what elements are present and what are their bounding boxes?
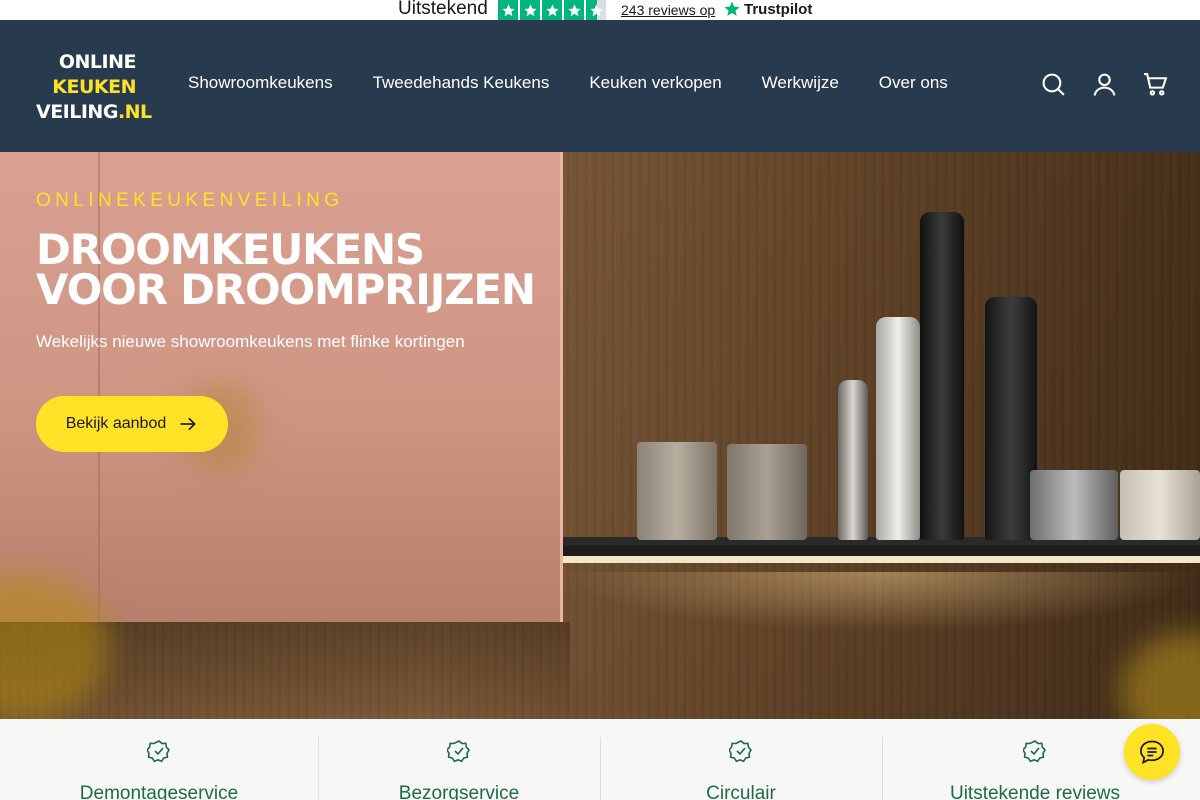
half-star-icon [586,0,606,20]
hero-light-glow [560,572,1200,632]
usp-item: Circulair [600,719,882,800]
hero-bottle [920,212,964,540]
trustpilot-stars [498,0,606,20]
hero-subtitle: Wekelijks nieuwe showroomkeukens met fli… [36,332,465,351]
nav-item-over-ons[interactable]: Over ons [879,73,948,93]
cart-icon[interactable] [1143,72,1168,97]
trustpilot-logo[interactable]: Trustpilot [723,0,812,18]
shield-check-icon [728,739,753,763]
logo-line-3: VEILING.NL [36,101,152,123]
hero-jar [1030,470,1118,540]
site-logo[interactable]: ONLINE KEUKEN VEILING.NL [36,50,152,125]
logo-line-2: KEUKEN [52,76,136,98]
hero-eyebrow: ONLINEKEUKENVEILING [36,190,344,211]
hero-banner: ONLINEKEUKENVEILING DROOMKEUKENS VOOR DR… [0,152,1200,719]
shield-check-icon [446,739,471,763]
usp-strip: Demontageservice Bezorgservice Circulair… [0,719,1200,800]
nav-item-showroomkeukens[interactable]: Showroomkeukens [188,73,333,93]
shield-check-icon [146,739,171,763]
trustpilot-star-icon [724,1,740,16]
usp-label: Circulair [706,783,776,800]
hero-jar [727,444,807,540]
bekijk-aanbod-button[interactable]: Bekijk aanbod [36,396,228,452]
cta-label: Bekijk aanbod [65,415,167,432]
usp-label: Uitstekende reviews [949,783,1121,800]
chat-button[interactable] [1124,724,1180,780]
shield-check-icon [1022,739,1047,763]
usp-label: Demontageservice [79,783,239,800]
trustpilot-reviews-link[interactable]: 243 reviews op [621,2,715,18]
nav-item-werkwijze[interactable]: Werkwijze [762,73,839,93]
site-header: ONLINE KEUKEN VEILING.NL Showroomkeukens… [0,20,1200,152]
star-icon [564,0,584,20]
hero-bottle [876,317,920,540]
trustpilot-brand: Trustpilot [744,0,813,18]
chat-icon [1140,740,1164,765]
main-nav: Showroomkeukens Tweedehands Keukens Keuk… [188,73,948,93]
hero-jar [637,442,717,540]
trustpilot-rating-text: Uitstekend [398,0,488,19]
hero-title: DROOMKEUKENS VOOR DROOMPRIJZEN [36,225,536,314]
trustpilot-bar[interactable]: Uitstekend 243 reviews op Trustpilot [0,0,1200,20]
usp-item: Demontageservice [0,719,318,800]
star-icon [542,0,562,20]
nav-item-tweedehands-keukens[interactable]: Tweedehands Keukens [373,73,550,93]
logo-line-1: ONLINE [58,51,137,73]
usp-label: Bezorgservice [398,783,520,800]
star-icon [498,0,518,20]
hero-jar [1120,470,1200,540]
nav-item-keuken-verkopen[interactable]: Keuken verkopen [589,73,721,93]
hero-light-strip [560,545,1200,563]
search-icon[interactable] [1041,72,1066,97]
account-icon[interactable] [1092,72,1117,97]
header-icons [1041,72,1168,97]
hero-cabinet [0,152,563,622]
hero-bottle [838,380,868,540]
star-icon [520,0,540,20]
usp-item: Bezorgservice [318,719,600,800]
arrow-right-icon [180,417,197,431]
